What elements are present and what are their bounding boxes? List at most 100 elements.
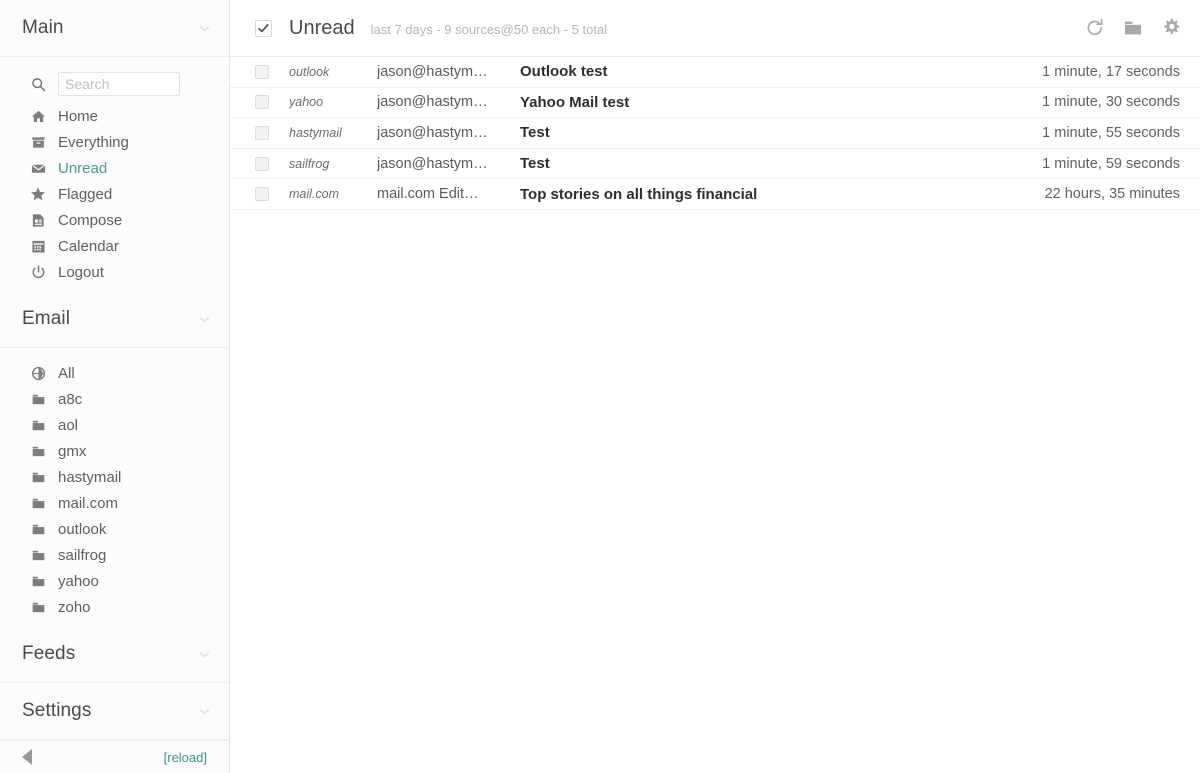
- app-root: Main Home Everyth: [0, 0, 1200, 773]
- message-subject[interactable]: Yahoo Mail test: [520, 94, 1042, 111]
- folder-icon: [30, 391, 46, 407]
- sidebar-item-label: All: [58, 364, 75, 382]
- folder-icon: [30, 417, 46, 433]
- sidebar-item-label: Home: [58, 107, 99, 125]
- sidebar-item-hastymail[interactable]: hastymail: [0, 464, 229, 490]
- checkmark-icon: [258, 23, 269, 32]
- sidebar-item-sailfrog[interactable]: sailfrog: [0, 542, 229, 568]
- sidebar-section-header-email[interactable]: Email: [0, 291, 229, 348]
- message-subject[interactable]: Outlook test: [520, 63, 1042, 80]
- chevron-down-icon[interactable]: [198, 648, 211, 661]
- refresh-icon[interactable]: [1084, 17, 1106, 39]
- select-all-checkbox[interactable]: [255, 19, 272, 37]
- sidebar-section-title-settings: Settings: [22, 700, 92, 721]
- sidebar-item-outlook[interactable]: outlook: [0, 516, 229, 542]
- folder-icon[interactable]: [1122, 17, 1144, 39]
- sidebar-item-label: Flagged: [58, 185, 113, 203]
- message-time: 1 minute, 55 seconds: [1042, 124, 1180, 141]
- table-row[interactable]: yahoo jason@hastym… Yahoo Mail test 1 mi…: [230, 88, 1200, 119]
- chevron-down-icon[interactable]: [198, 705, 211, 718]
- sidebar-section-header-main[interactable]: Main: [0, 0, 229, 57]
- row-checkbox-cell: [255, 156, 272, 171]
- sidebar-item-yahoo[interactable]: yahoo: [0, 568, 229, 594]
- main-header: Unread last 7 days - 9 sources@50 each -…: [230, 0, 1200, 57]
- sidebar: Main Home Everyth: [0, 0, 230, 773]
- row-checkbox[interactable]: [255, 156, 269, 171]
- power-icon: [30, 264, 46, 280]
- sidebar-item-label: gmx: [58, 442, 87, 460]
- sidebar-item-unread[interactable]: Unread: [0, 155, 229, 181]
- message-sender: mail.com Edit…: [377, 186, 479, 203]
- sidebar-item-label: mail.com: [58, 494, 119, 512]
- message-sender: jason@hastym…: [377, 155, 488, 172]
- message-source: mail.com: [289, 187, 340, 202]
- header-toolbar: [1084, 17, 1182, 39]
- message-time: 1 minute, 59 seconds: [1042, 155, 1180, 172]
- row-checkbox[interactable]: [255, 125, 269, 140]
- row-checkbox[interactable]: [255, 64, 269, 79]
- sidebar-item-label: Everything: [58, 133, 129, 151]
- sidebar-item-label: Logout: [58, 263, 104, 281]
- compose-icon: [30, 212, 46, 228]
- sidebar-item-home[interactable]: Home: [0, 103, 229, 129]
- page-title: Unread: [289, 16, 355, 39]
- sidebar-item-everything[interactable]: Everything: [0, 129, 229, 155]
- table-row[interactable]: sailfrog jason@hastym… Test 1 minute, 59…: [230, 149, 1200, 180]
- chevron-down-icon[interactable]: [198, 313, 211, 326]
- sidebar-item-flagged[interactable]: Flagged: [0, 181, 229, 207]
- sidebar-item-a8c[interactable]: a8c: [0, 386, 229, 412]
- message-subject[interactable]: Top stories on all things financial: [520, 186, 1045, 203]
- sidebar-item-label: Unread: [58, 159, 108, 177]
- message-source: sailfrog: [289, 156, 330, 171]
- page-subtitle: last 7 days - 9 sources@50 each - 5 tota…: [370, 22, 608, 37]
- folder-icon: [30, 495, 46, 511]
- reload-link[interactable]: [reload]: [164, 750, 207, 765]
- home-icon: [30, 108, 46, 124]
- message-time: 22 hours, 35 minutes: [1044, 186, 1180, 203]
- message-time: 1 minute, 30 seconds: [1042, 94, 1180, 111]
- message-subject[interactable]: Test: [520, 155, 1042, 172]
- row-checkbox[interactable]: [255, 95, 269, 110]
- sidebar-item-calendar[interactable]: Calendar: [0, 233, 229, 259]
- table-row[interactable]: outlook jason@hastym… Outlook test 1 min…: [230, 57, 1200, 88]
- message-source: yahoo: [289, 95, 324, 110]
- sidebar-section-header-feeds[interactable]: Feeds: [0, 626, 229, 683]
- sidebar-item-label: Compose: [58, 211, 123, 229]
- sidebar-item-aol[interactable]: aol: [0, 412, 229, 438]
- calendar-icon: [30, 238, 46, 254]
- table-row[interactable]: mail.com mail.com Edit… Top stories on a…: [230, 179, 1200, 210]
- sidebar-item-zoho[interactable]: zoho: [0, 594, 229, 620]
- search-input[interactable]: [58, 72, 180, 96]
- message-sender: jason@hastym…: [377, 94, 488, 111]
- sidebar-section-title-main: Main: [22, 17, 64, 38]
- collapse-left-icon[interactable]: [22, 749, 32, 765]
- sidebar-item-label: sailfrog: [58, 546, 107, 564]
- sidebar-item-label: zoho: [58, 598, 91, 616]
- sidebar-item-all[interactable]: All: [0, 360, 229, 386]
- sidebar-section-header-settings[interactable]: Settings: [0, 683, 229, 740]
- gear-icon[interactable]: [1160, 17, 1182, 39]
- sidebar-item-label: outlook: [58, 520, 107, 538]
- sidebar-item-label: hastymail: [58, 468, 122, 486]
- sidebar-nav-main: Home Everything Unread Flagged: [0, 57, 229, 291]
- message-list: outlook jason@hastym… Outlook test 1 min…: [230, 57, 1200, 210]
- star-icon: [30, 186, 46, 202]
- sidebar-item-gmx[interactable]: gmx: [0, 438, 229, 464]
- sidebar-nav-email: All a8c aol gmx hastymail mail.com outlo…: [0, 348, 229, 626]
- sidebar-item-compose[interactable]: Compose: [0, 207, 229, 233]
- chevron-down-icon[interactable]: [198, 22, 211, 35]
- folder-icon: [30, 469, 46, 485]
- message-source: hastymail: [289, 125, 342, 140]
- row-checkbox-cell: [255, 125, 272, 140]
- sidebar-item-mail-com[interactable]: mail.com: [0, 490, 229, 516]
- message-sender: jason@hastym…: [377, 63, 488, 80]
- row-checkbox-cell: [255, 64, 272, 79]
- message-subject[interactable]: Test: [520, 124, 1042, 141]
- table-row[interactable]: hastymail jason@hastym… Test 1 minute, 5…: [230, 118, 1200, 149]
- globe-icon: [30, 365, 46, 381]
- message-source: outlook: [289, 64, 330, 79]
- sidebar-item-logout[interactable]: Logout: [0, 259, 229, 285]
- row-checkbox[interactable]: [255, 187, 269, 202]
- sidebar-item-label: a8c: [58, 390, 83, 408]
- folder-icon: [30, 547, 46, 563]
